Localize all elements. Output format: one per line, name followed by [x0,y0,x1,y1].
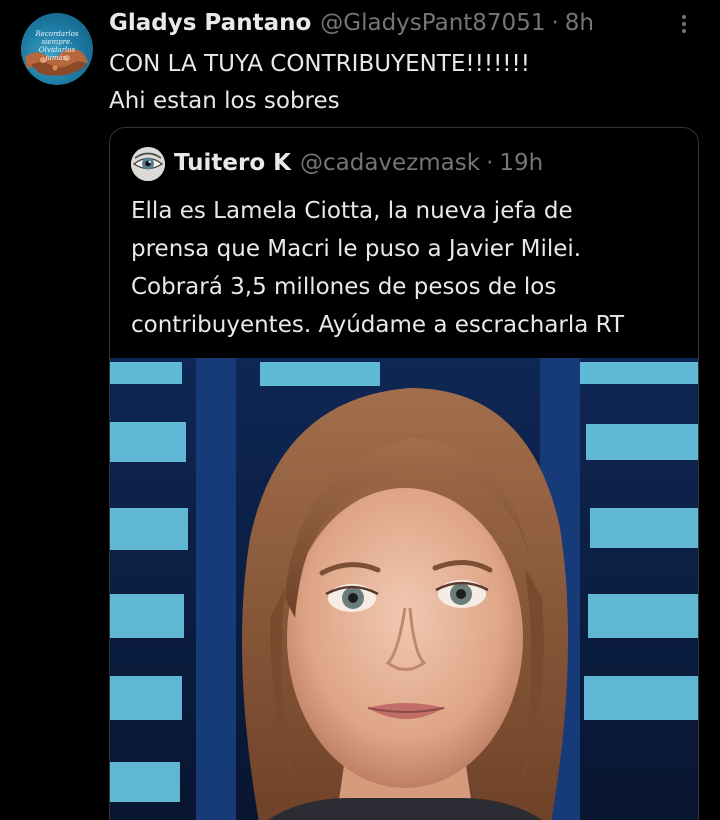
tweet-timestamp[interactable]: 8h [565,8,594,38]
quoted-tweet-timestamp[interactable]: 19h [499,148,543,178]
avatar-caption: Recordarlos siempre. Olvidarlos jamás. [35,30,79,62]
quoted-text-line: Ella es Lamela Ciotta, la nueva jefa de [131,198,573,224]
quoted-author-handle[interactable]: @cadavezmask [300,148,480,178]
more-vertical-icon[interactable] [677,12,691,36]
quoted-author-avatar[interactable] [131,147,165,181]
quoted-tweet-photo[interactable] [110,358,698,820]
quoted-author-name[interactable]: Tuitero K [174,148,291,178]
tweet-text-line: Ahi estan los sobres [109,88,340,114]
eye-icon [131,147,165,181]
author-avatar[interactable]: Recordarlos siempre. Olvidarlos jamás. [21,13,93,85]
quoted-tweet-text: Ella es Lamela Ciotta, la nueva jefa de … [131,192,691,344]
tweet-text: CON LA TUYA CONTRIBUYENTE!!!!!!! Ahi est… [109,46,699,120]
woman-portrait-photo [110,358,698,820]
tweet[interactable]: Recordarlos siempre. Olvidarlos jamás. G… [0,0,720,820]
tweet-text-line: CON LA TUYA CONTRIBUYENTE!!!!!!! [109,51,530,77]
quoted-tweet[interactable]: Tuitero K @cadavezmask · 19h Ella es Lam… [109,127,699,820]
separator-dot: · [551,10,559,36]
quoted-text-line: Cobrará 3,5 millones de pesos de los [131,274,557,300]
separator-dot: · [486,150,494,176]
author-name[interactable]: Gladys Pantano [109,8,311,38]
tweet-header: Gladys Pantano @GladysPant87051 · 8h [109,8,594,38]
quoted-text-line: prensa que Macri le puso a Javier Milei. [131,236,582,262]
quoted-text-line: contribuyentes. Ayúdame a escracharla RT [131,312,625,338]
author-handle[interactable]: @GladysPant87051 [320,8,545,38]
quoted-tweet-header: Tuitero K @cadavezmask · 19h [174,148,543,178]
